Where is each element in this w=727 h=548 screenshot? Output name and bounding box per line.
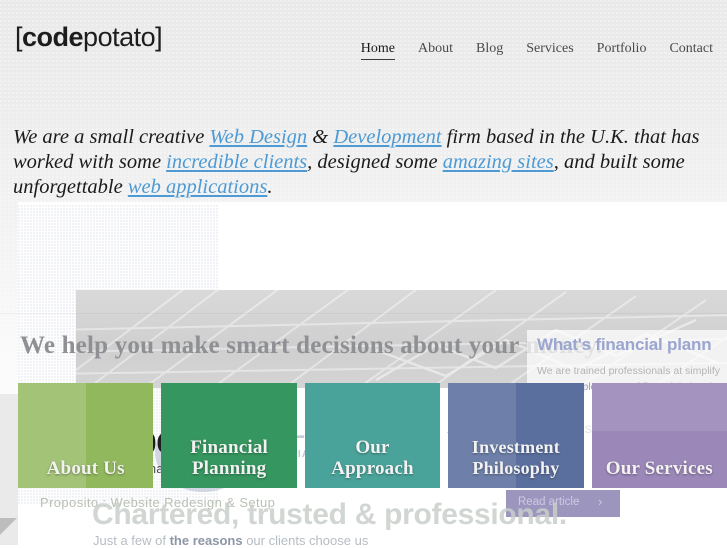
main-navigation: Home About Blog Services Portfolio Conta…	[360, 41, 713, 60]
intro-link-incredible-clients[interactable]: incredible clients	[166, 151, 307, 173]
intro-text-1: We are a small creative	[13, 125, 210, 148]
intro-link-web-applications[interactable]: web applications	[128, 176, 268, 198]
nav-item-contact[interactable]: Contact	[669, 41, 713, 57]
intro-link-web-design[interactable]: Web Design	[209, 126, 307, 148]
site-logo[interactable]: [codepotato]	[15, 22, 163, 53]
footer-sub-a: Just a few of	[93, 533, 170, 548]
intro-text-4: , designed some	[307, 150, 443, 173]
nav-item-blog[interactable]: Blog	[476, 41, 503, 57]
tile-caption: Investment Philosophy	[471, 437, 560, 478]
chevron-right-icon: ›	[598, 494, 603, 509]
intro-link-amazing-sites[interactable]: amazing sites	[443, 151, 554, 173]
footer-sub-c: our clients choose us	[242, 533, 369, 548]
tile-highlight-overlay	[591, 383, 727, 432]
category-tiles: About Us Financial Planning Our Approach…	[18, 383, 727, 505]
intro-text-2: &	[307, 125, 334, 148]
nav-item-portfolio[interactable]: Portfolio	[597, 41, 647, 57]
showcase-footer-subtext: Just a few of the reasons our clients ch…	[93, 533, 368, 548]
logo-bold-part: code	[22, 22, 84, 52]
tile-caption: Our Approach	[331, 437, 414, 479]
nav-item-services[interactable]: Services	[526, 41, 573, 57]
page-corner-fold	[0, 518, 17, 535]
site-header: [codepotato] Home About Blog Services Po…	[0, 0, 727, 96]
nav-item-home[interactable]: Home	[360, 41, 395, 60]
hero-headline: We help you make smart decisions about y…	[20, 331, 603, 359]
logo-bracket-close: ]	[155, 22, 163, 52]
article-panel-title: What's financial plann	[537, 335, 712, 354]
logo-regular-part: potato	[83, 22, 156, 52]
logo-bracket-open: [	[15, 22, 23, 52]
portfolio-showcase[interactable]: MARK GILLONE CHARTERED FINANCIAL PLANNER…	[0, 197, 727, 545]
hero-divider	[0, 313, 727, 314]
footer-sub-b: the reasons	[169, 533, 243, 548]
tile-caption: About Us	[46, 458, 125, 479]
intro-text-6: .	[267, 175, 273, 198]
tile-our-approach[interactable]: Our Approach	[304, 383, 441, 488]
tile-about-us[interactable]: About Us	[18, 383, 154, 488]
showcase-footer-headline: Chartered, trusted & professional.	[92, 498, 567, 531]
tile-financial-planning[interactable]: Financial Planning	[161, 383, 297, 488]
tile-caption: Financial Planning	[190, 437, 269, 479]
article-panel-body-line-1: We are trained professionals at simplify	[537, 365, 721, 377]
intro-link-development[interactable]: Development	[333, 126, 441, 148]
nav-item-about[interactable]: About	[418, 41, 453, 57]
tile-our-services[interactable]: Our Services	[591, 383, 727, 488]
intro-tagline: We are a small creative Web Design & Dev…	[13, 125, 719, 200]
tile-caption: Our Services	[605, 458, 713, 479]
tile-investment-philosophy[interactable]: Investment Philosophy	[448, 383, 584, 488]
